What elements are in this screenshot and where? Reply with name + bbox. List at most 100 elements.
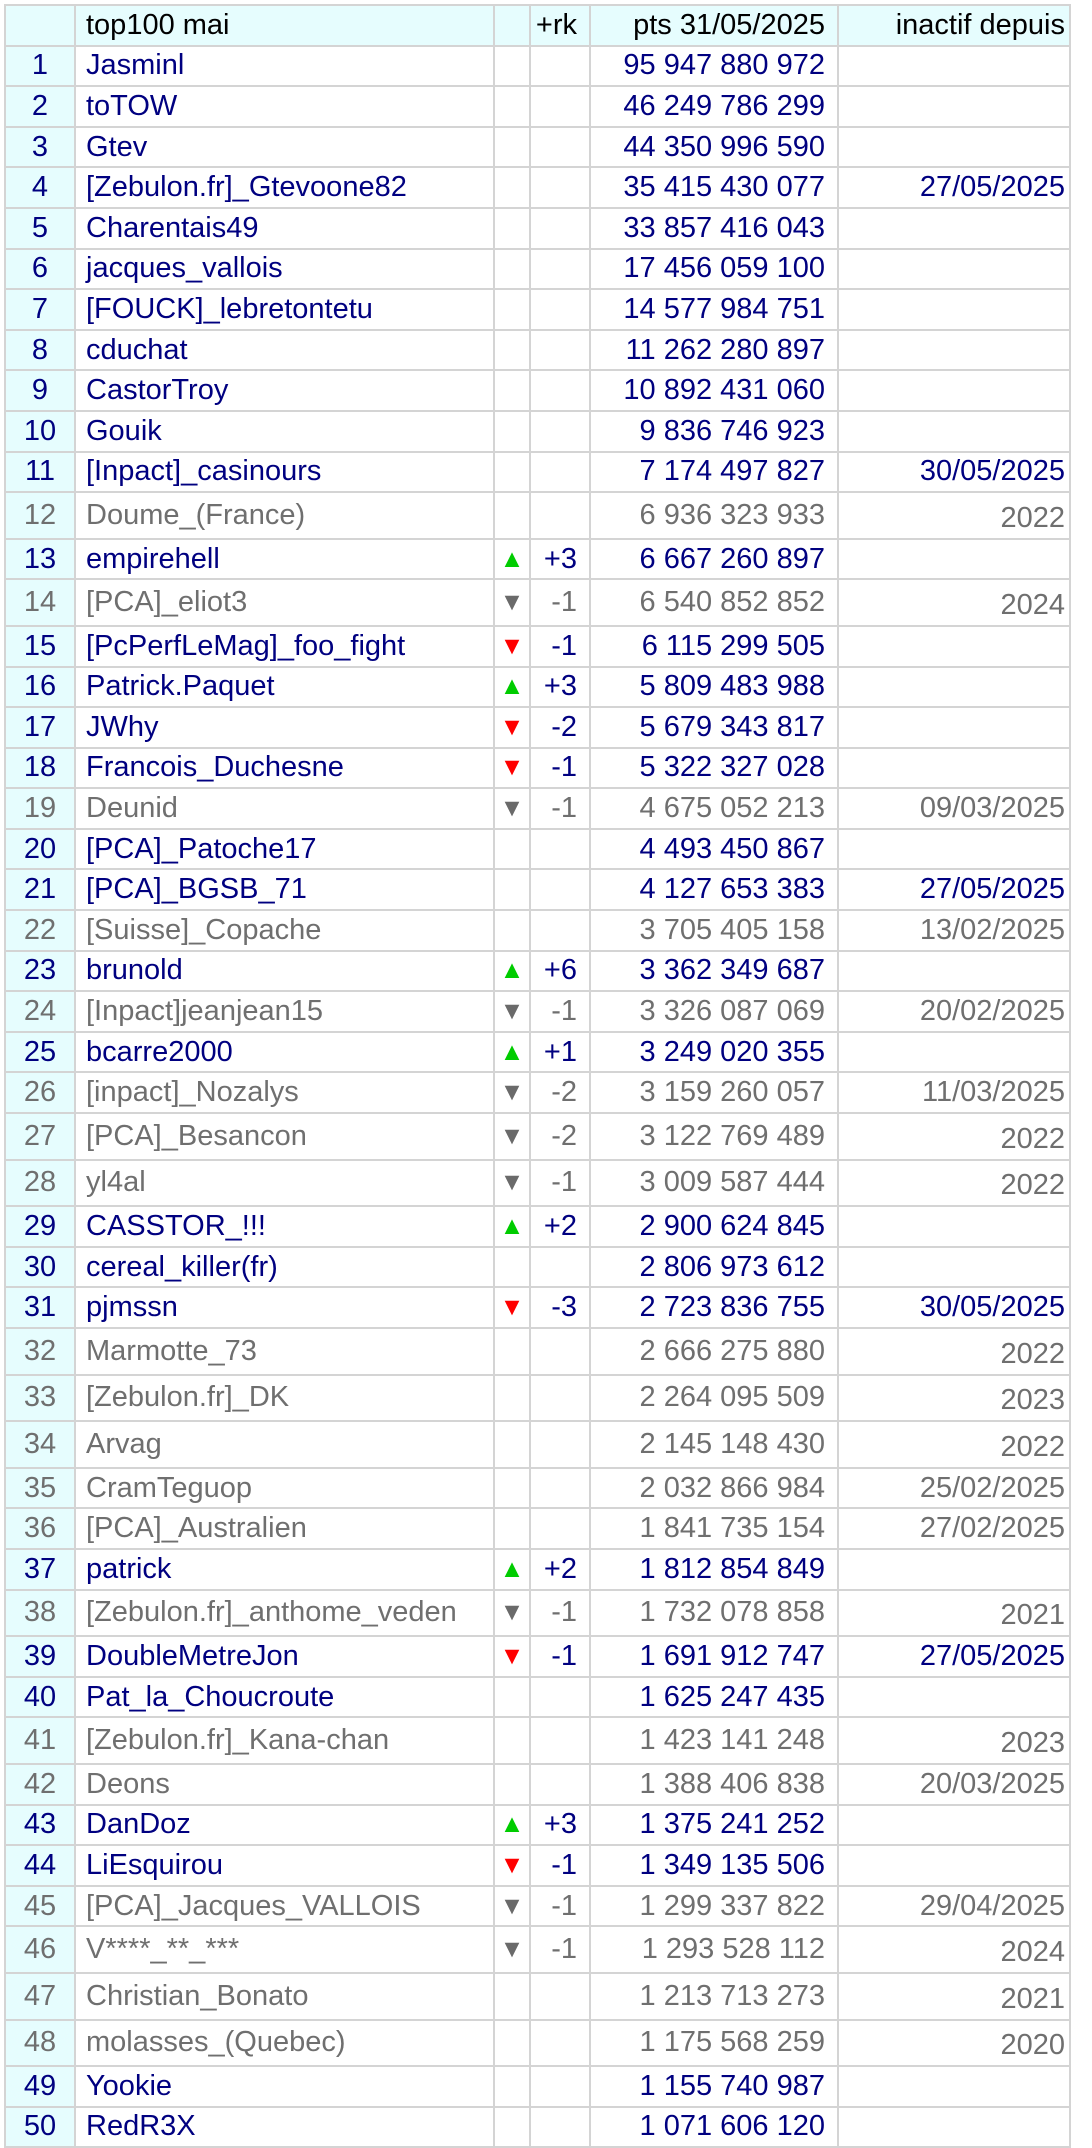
- rank-cell: 26: [4, 1071, 76, 1115]
- points-cell: 2 666 275 880: [589, 1327, 839, 1376]
- points-cell: 46 249 786 299: [589, 85, 839, 128]
- inactive-since: 09/03/2025: [837, 787, 1071, 830]
- player-name: Arvag: [74, 1420, 495, 1469]
- inactive-since: [837, 328, 1071, 372]
- inactive-since: 30/05/2025: [837, 450, 1071, 494]
- rank-delta: [529, 85, 591, 128]
- rank-delta: -2: [529, 1112, 591, 1161]
- rank-delta: [529, 409, 591, 453]
- table-row: 40 Pat_la_Choucroute 1 625 247 435: [4, 1675, 1071, 1719]
- arrow-down-icon: ▼: [493, 624, 531, 668]
- rank-cell: 37: [4, 1547, 76, 1591]
- inactive-since: [837, 665, 1071, 709]
- inactive-since: [837, 2065, 1071, 2108]
- rank-delta: -1: [529, 578, 591, 627]
- points-cell: 1 155 740 987: [589, 2065, 839, 2108]
- rank-cell: 46: [4, 1925, 76, 1974]
- player-name: cduchat: [74, 328, 495, 372]
- player-name: pjmssn: [74, 1286, 495, 1329]
- arrow-down-icon: ▼: [493, 1158, 531, 1208]
- arrow-cell: [493, 125, 531, 169]
- rank-delta: [529, 868, 591, 912]
- inactive-since: [837, 827, 1071, 871]
- points-cell: 14 577 984 751: [589, 288, 839, 331]
- inactive-since: 2023: [837, 1373, 1071, 1423]
- points-cell: 33 857 416 043: [589, 206, 839, 250]
- inactive-since: 27/05/2025: [837, 868, 1071, 912]
- rank-delta: -1: [529, 1158, 591, 1208]
- rank-delta: +2: [529, 1547, 591, 1591]
- points-cell: 4 127 653 383: [589, 868, 839, 912]
- player-name: [Inpact]jeanjean15: [74, 990, 495, 1033]
- player-name: [Inpact]_casinours: [74, 450, 495, 494]
- inactive-since: 2022: [837, 491, 1071, 540]
- points-cell: 10 892 431 060: [589, 369, 839, 412]
- player-name: [Zebulon.fr]_Kana-chan: [74, 1716, 495, 1765]
- rank-cell: 31: [4, 1286, 76, 1329]
- rank-cell: 4: [4, 166, 76, 209]
- table-row: 32 Marmotte_73 2 666 275 880 2022: [4, 1327, 1071, 1376]
- arrow-cell: [493, 491, 531, 540]
- table-row: 22 [Suisse]_Copache 3 705 405 158 13/02/202…: [4, 909, 1071, 952]
- rank-cell: 47: [4, 1971, 76, 2021]
- table-row: 26 [inpact]_Nozalys ▼ -2 3 159 260 057 11/03/…: [4, 1071, 1071, 1115]
- rank-cell: 16: [4, 665, 76, 709]
- inactive-since: 2021: [837, 1971, 1071, 2021]
- rank-cell: 41: [4, 1716, 76, 1765]
- points-cell: 2 032 866 984: [589, 1466, 839, 1510]
- points-cell: 6 936 323 933: [589, 491, 839, 540]
- rank-delta: -1: [529, 1884, 591, 1928]
- rank-delta: [529, 44, 591, 88]
- rank-cell: 17: [4, 706, 76, 749]
- arrow-up-icon: ▲: [493, 1803, 531, 1847]
- table-row: 11 [Inpact]_casinours 7 174 497 827 30/05/2…: [4, 450, 1071, 494]
- rank-cell: 23: [4, 949, 76, 993]
- table-row: 20 [PCA]_Patoche17 4 493 450 867: [4, 827, 1071, 871]
- arrow-cell: [493, 827, 531, 871]
- player-name: [inpact]_Nozalys: [74, 1071, 495, 1115]
- player-name: Gtev: [74, 125, 495, 169]
- rank-delta: [529, 909, 591, 952]
- rank-delta: [529, 166, 591, 209]
- rank-delta: [529, 1762, 591, 1806]
- arrow-cell: [493, 409, 531, 453]
- rank-delta: [529, 2065, 591, 2108]
- inactive-since: 27/05/2025: [837, 166, 1071, 209]
- rank-delta: +3: [529, 665, 591, 709]
- points-cell: 2 900 624 845: [589, 1205, 839, 1248]
- player-name: JWhy: [74, 706, 495, 749]
- inactive-since: [837, 624, 1071, 668]
- arrow-cell: [493, 166, 531, 209]
- points-cell: 17 456 059 100: [589, 247, 839, 291]
- table-row: 6 jacques_vallois 17 456 059 100: [4, 247, 1071, 291]
- arrow-down-icon: ▼: [493, 706, 531, 749]
- arrow-cell: [493, 85, 531, 128]
- table-row: 10 Gouik 9 836 746 923: [4, 409, 1071, 453]
- rank-delta: [529, 1373, 591, 1423]
- points-cell: 1 213 713 273: [589, 1971, 839, 2021]
- rank-delta: +3: [529, 537, 591, 581]
- table-row: 43 DanDoz ▲ +3 1 375 241 252: [4, 1803, 1071, 1847]
- arrow-cell: [493, 369, 531, 412]
- player-name: patrick: [74, 1547, 495, 1591]
- player-name: Pat_la_Choucroute: [74, 1675, 495, 1719]
- player-name: jacques_vallois: [74, 247, 495, 291]
- rank-delta: [529, 1327, 591, 1376]
- rank-cell: 2: [4, 85, 76, 128]
- points-cell: 2 145 148 430: [589, 1420, 839, 1469]
- table-row: 23 brunold ▲ +6 3 362 349 687: [4, 949, 1071, 993]
- player-name: yl4al: [74, 1158, 495, 1208]
- player-name: Marmotte_73: [74, 1327, 495, 1376]
- table-row: 30 cereal_killer(fr) 2 806 973 612: [4, 1245, 1071, 1289]
- inactive-since: [837, 1675, 1071, 1719]
- rank-delta: [529, 125, 591, 169]
- points-cell: 1 841 735 154: [589, 1507, 839, 1550]
- rank-delta: -1: [529, 746, 591, 790]
- player-name: LiEsquirou: [74, 1844, 495, 1887]
- inactive-since: [837, 949, 1071, 993]
- points-cell: 2 806 973 612: [589, 1245, 839, 1289]
- player-name: Yookie: [74, 2065, 495, 2108]
- rank-delta: -1: [529, 1925, 591, 1974]
- inactive-since: 2024: [837, 578, 1071, 627]
- arrow-cell: [493, 1466, 531, 1510]
